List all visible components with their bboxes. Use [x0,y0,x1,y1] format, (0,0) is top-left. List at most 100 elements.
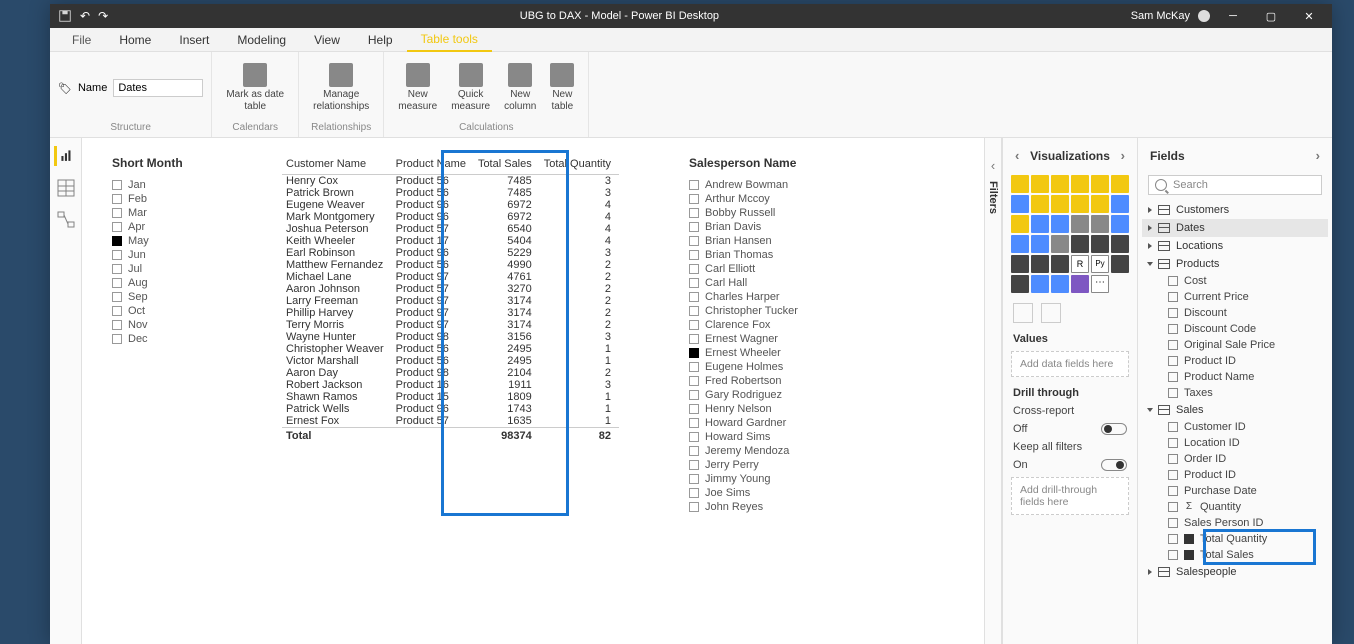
filters-pane-collapsed[interactable]: ‹ Filters [984,138,1002,644]
table-row[interactable]: Christopher WeaverProduct 5624951 [282,343,619,355]
table-row[interactable]: Michael LaneProduct 9747612 [282,271,619,283]
salesperson-slicer-item[interactable]: Christopher Tucker [689,304,829,318]
salesperson-slicer-item[interactable]: Fred Robertson [689,374,829,388]
field-checkbox[interactable] [1168,550,1178,560]
checkbox-icon[interactable] [112,320,122,330]
values-well[interactable]: Add data fields here [1011,351,1129,377]
viz-multicard-icon[interactable] [1091,235,1109,253]
table-row[interactable]: Aaron JohnsonProduct 5732702 [282,283,619,295]
salesperson-slicer-item[interactable]: Bobby Russell [689,206,829,220]
user-name[interactable]: Sam McKay [1131,10,1190,22]
checkbox-icon[interactable] [689,376,699,386]
checkbox-icon[interactable] [689,488,699,498]
checkbox-icon[interactable] [112,292,122,302]
checkbox-icon[interactable] [112,278,122,288]
close-button[interactable]: ✕ [1294,4,1324,28]
checkbox-icon[interactable] [689,446,699,456]
field-item[interactable]: Customer ID [1142,419,1328,435]
field-item[interactable]: ΣQuantity [1142,499,1328,515]
checkbox-icon[interactable] [112,250,122,260]
viz-stacked-area-icon[interactable] [1051,195,1069,213]
checkbox-icon[interactable] [112,264,122,274]
checkbox-icon[interactable] [689,418,699,428]
field-table-salespeople[interactable]: Salespeople [1142,563,1328,581]
field-checkbox[interactable] [1168,486,1178,496]
viz-line-icon[interactable] [1011,195,1029,213]
salesperson-slicer-item[interactable]: Gary Rodriguez [689,388,829,402]
viz-ribbon-icon[interactable] [1111,195,1129,213]
undo-icon[interactable]: ↶ [80,9,90,23]
field-item[interactable]: Taxes [1142,385,1328,401]
checkbox-icon[interactable] [112,222,122,232]
checkbox-icon[interactable] [689,194,699,204]
viz-qa-icon[interactable] [1031,275,1049,293]
salesperson-slicer[interactable]: Salesperson Name Andrew BowmanArthur Mcc… [689,156,829,626]
report-canvas[interactable]: Short Month JanFebMarAprMayJunJulAugSepO… [82,138,984,644]
table-row[interactable]: Terry MorrisProduct 9731742 [282,319,619,331]
fields-tab-button[interactable] [1013,303,1033,323]
fields-search-input[interactable]: Search [1148,175,1322,195]
field-checkbox[interactable] [1168,422,1178,432]
table-header[interactable]: Product Name [392,156,474,175]
table-row[interactable]: Larry FreemanProduct 9731742 [282,295,619,307]
checkbox-icon[interactable] [689,474,699,484]
viz-pie-icon[interactable] [1071,215,1089,233]
salesperson-slicer-item[interactable]: Jimmy Young [689,472,829,486]
field-checkbox[interactable] [1168,502,1178,512]
checkbox-icon[interactable] [689,334,699,344]
field-item[interactable]: Sales Person ID [1142,515,1328,531]
field-checkbox[interactable] [1168,308,1178,318]
new-table-button[interactable]: New table [544,61,580,115]
viz-filled-map-icon[interactable] [1031,235,1049,253]
table-row[interactable]: Patrick WellsProduct 9617431 [282,403,619,415]
sales-table-visual[interactable]: Customer NameProduct NameTotal SalesTota… [282,156,619,442]
salesperson-slicer-item[interactable]: Brian Davis [689,220,829,234]
chevron-icon[interactable] [1147,408,1153,412]
field-item[interactable]: Discount Code [1142,321,1328,337]
salesperson-slicer-item[interactable]: Carl Elliott [689,262,829,276]
ribbon-tab-modeling[interactable]: Modeling [223,29,300,51]
field-item[interactable]: Product Name [1142,369,1328,385]
report-view-icon[interactable] [54,146,74,166]
checkbox-icon[interactable] [689,264,699,274]
viz-key-influencers-icon[interactable] [1111,255,1129,273]
month-slicer-item[interactable]: Jun [112,248,252,262]
viz-line-stacked-icon[interactable] [1071,195,1089,213]
checkbox-icon[interactable] [689,180,699,190]
field-item[interactable]: Order ID [1142,451,1328,467]
salesperson-slicer-item[interactable]: Eugene Holmes [689,360,829,374]
table-row[interactable]: Aaron DayProduct 9821042 [282,367,619,379]
month-slicer-item[interactable]: Apr [112,220,252,234]
month-slicer[interactable]: Short Month JanFebMarAprMayJunJulAugSepO… [112,156,252,626]
viz-scatter-icon[interactable] [1051,215,1069,233]
checkbox-icon[interactable] [689,348,699,358]
field-checkbox[interactable] [1168,388,1178,398]
table-row[interactable]: Eugene WeaverProduct 9669724 [282,199,619,211]
checkbox-icon[interactable] [112,208,122,218]
field-item[interactable]: Product ID [1142,353,1328,369]
month-slicer-item[interactable]: Jul [112,262,252,276]
format-tab-button[interactable] [1041,303,1061,323]
quick-measure-button[interactable]: Quick measure [445,61,496,115]
month-slicer-item[interactable]: Nov [112,318,252,332]
viz-area-icon[interactable] [1031,195,1049,213]
salesperson-slicer-item[interactable]: Jerry Perry [689,458,829,472]
new-measure-button[interactable]: New measure [392,61,443,115]
viz-table-icon[interactable] [1031,255,1049,273]
viz-waterfall-icon[interactable] [1011,215,1029,233]
month-slicer-item[interactable]: May [112,234,252,248]
checkbox-icon[interactable] [112,236,122,246]
data-view-icon[interactable] [56,178,76,198]
new-column-button[interactable]: New column [498,61,542,115]
expand-filters-icon[interactable]: ‹ [991,158,995,173]
field-checkbox[interactable] [1168,292,1178,302]
viz-more-icon[interactable]: ⋯ [1091,275,1109,293]
field-item[interactable]: Purchase Date [1142,483,1328,499]
table-header[interactable]: Total Quantity [540,156,619,175]
field-checkbox[interactable] [1168,518,1178,528]
table-row[interactable]: Ernest FoxProduct 5716351 [282,415,619,428]
viz-pane-expand-icon[interactable]: › [1121,148,1125,163]
field-item[interactable]: Original Sale Price [1142,337,1328,353]
viz-decomp-icon[interactable] [1011,275,1029,293]
salesperson-slicer-item[interactable]: Brian Hansen [689,234,829,248]
